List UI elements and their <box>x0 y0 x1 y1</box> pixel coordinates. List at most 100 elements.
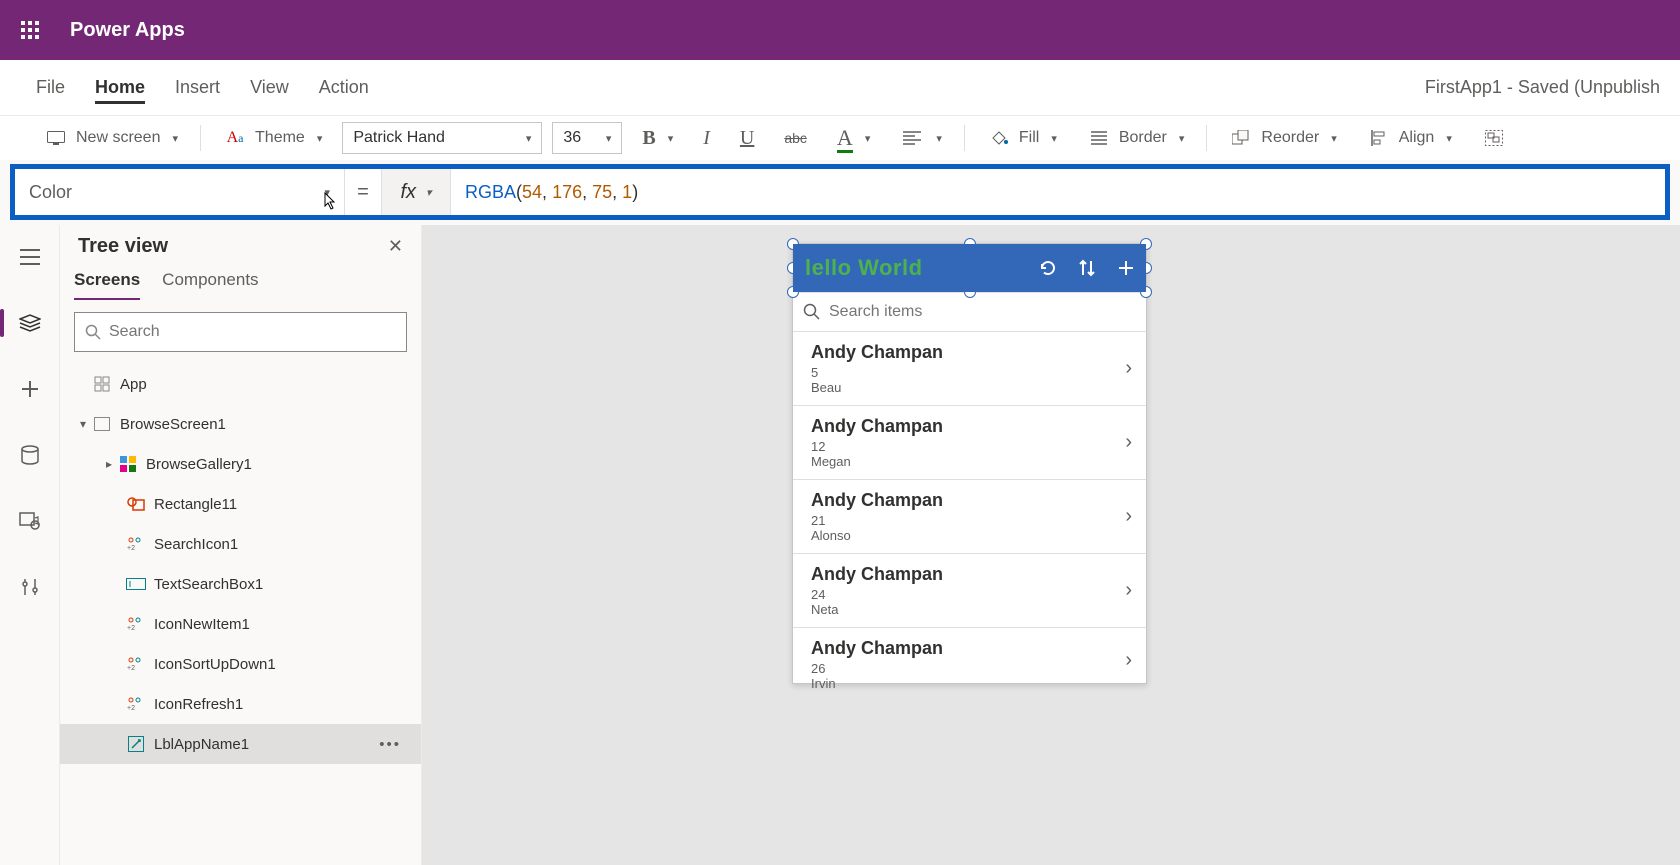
hamburger-icon[interactable] <box>12 239 48 275</box>
advanced-tools-icon[interactable] <box>12 569 48 605</box>
titlebar: Power Apps <box>0 0 1680 60</box>
sort-icon[interactable] <box>1078 258 1096 278</box>
app-header[interactable]: lello World <box>793 244 1146 292</box>
property-dropdown[interactable]: Color ▾ <box>15 169 345 215</box>
app-header-title: lello World <box>805 255 923 281</box>
search-items-input[interactable] <box>829 303 1136 321</box>
underline-button[interactable]: U <box>730 127 764 150</box>
chevron-down-icon: ▾ <box>172 132 178 145</box>
chevron-right-icon: › <box>1125 357 1132 380</box>
insert-icon[interactable] <box>12 371 48 407</box>
tree-view-icon[interactable] <box>12 305 48 341</box>
menu-action[interactable]: Action <box>319 71 369 104</box>
font-name-dropdown[interactable]: Patrick Hand ▾ <box>342 122 542 154</box>
node-browsescreen1[interactable]: ▾ BrowseScreen1 <box>60 404 421 444</box>
formula-function: RGBA <box>465 182 516 203</box>
tree-search-input[interactable] <box>109 323 396 341</box>
tree-search[interactable] <box>74 312 407 352</box>
node-rectangle11[interactable]: Rectangle11 <box>60 484 421 524</box>
group-button[interactable] <box>1472 130 1516 146</box>
new-screen-button[interactable]: New screen ▾ <box>34 129 188 147</box>
font-size-dropdown[interactable]: 36 ▾ <box>552 122 622 154</box>
node-iconnewitem1[interactable]: +2 IconNewItem1 <box>60 604 421 644</box>
list-item[interactable]: Andy Champan26Irvin › <box>793 628 1146 683</box>
chevron-down-icon: ▾ <box>1179 132 1185 145</box>
node-lblappname1[interactable]: LblAppName1 ••• <box>60 724 421 764</box>
search-items-box[interactable] <box>793 292 1146 332</box>
chevron-right-icon: › <box>1125 431 1132 454</box>
fx-button[interactable]: fx▾ <box>381 169 451 215</box>
search-icon <box>85 324 101 340</box>
chevron-down-icon: ▾ <box>324 186 330 199</box>
control-icon: +2 <box>126 694 146 714</box>
font-color-button[interactable]: A▾ <box>827 125 880 151</box>
node-iconsortupdown1[interactable]: +2 IconSortUpDown1 <box>60 644 421 684</box>
menu-insert[interactable]: Insert <box>175 71 220 104</box>
data-icon[interactable] <box>12 437 48 473</box>
chevron-down-icon: ▾ <box>865 132 871 145</box>
formula-input[interactable]: RGBA(54, 176, 75, 1) <box>451 169 1665 215</box>
chevron-down-icon: ▾ <box>1051 132 1057 145</box>
chevron-right-icon: › <box>1125 649 1132 672</box>
align-objects-icon <box>1367 130 1391 146</box>
menu-file[interactable]: File <box>36 71 65 104</box>
fill-button[interactable]: Fill ▾ <box>977 129 1067 147</box>
menu-home[interactable]: Home <box>95 71 145 104</box>
theme-button[interactable]: Aa Theme ▾ <box>213 129 332 147</box>
chevron-down-icon: ▾ <box>606 132 612 145</box>
list-item[interactable]: Andy Champan12Megan › <box>793 406 1146 480</box>
tab-components[interactable]: Components <box>162 270 258 300</box>
tree-panel: Tree view ✕ Screens Components App ▾ Bro… <box>60 225 422 865</box>
align-button[interactable]: Align ▾ <box>1357 129 1462 147</box>
equals-symbol: = <box>345 169 381 215</box>
menu-view[interactable]: View <box>250 71 289 104</box>
label-icon <box>126 734 146 754</box>
node-app[interactable]: App <box>60 364 421 404</box>
bold-button[interactable]: B▾ <box>632 127 683 150</box>
align-label: Align <box>1399 129 1435 147</box>
chevron-down-icon: ▾ <box>1446 132 1452 145</box>
list-item[interactable]: Andy Champan21Alonso › <box>793 480 1146 554</box>
reorder-icon <box>1229 130 1253 146</box>
refresh-icon[interactable] <box>1038 258 1058 278</box>
reorder-label: Reorder <box>1261 129 1319 147</box>
svg-text:+2: +2 <box>127 545 135 551</box>
screen-icon <box>44 131 68 145</box>
list-item[interactable]: Andy Champan5Beau › <box>793 332 1146 406</box>
node-searchicon1[interactable]: +2 SearchIcon1 <box>60 524 421 564</box>
app-launcher-icon[interactable] <box>14 14 46 46</box>
close-icon[interactable]: ✕ <box>388 236 403 257</box>
shape-icon <box>126 494 146 514</box>
tab-screens[interactable]: Screens <box>74 270 140 300</box>
theme-icon: Aa <box>223 129 247 147</box>
chevron-right-icon: › <box>1125 579 1132 602</box>
chevron-down-icon: ▾ <box>936 132 942 145</box>
node-iconrefresh1[interactable]: +2 IconRefresh1 <box>60 684 421 724</box>
reorder-button[interactable]: Reorder ▾ <box>1219 129 1346 147</box>
italic-button[interactable]: I <box>693 127 720 150</box>
list-item[interactable]: Andy Champan24Neta › <box>793 554 1146 628</box>
app-title: Power Apps <box>70 19 185 42</box>
add-icon[interactable] <box>1116 258 1136 278</box>
canvas[interactable]: lello World Andy Champan5Beau › Andy Cha… <box>422 225 1680 865</box>
media-icon[interactable] <box>12 503 48 539</box>
chevron-right-icon: › <box>1125 505 1132 528</box>
property-value: Color <box>29 182 72 203</box>
chevron-down-icon: ▾ <box>426 186 432 199</box>
control-icon: +2 <box>126 614 146 634</box>
fill-label: Fill <box>1019 129 1039 147</box>
border-label: Border <box>1119 129 1167 147</box>
group-icon <box>1482 130 1506 146</box>
node-textsearchbox1[interactable]: TextSearchBox1 <box>60 564 421 604</box>
screen-icon <box>92 414 112 434</box>
node-browsegallery1[interactable]: ▸ BrowseGallery1 <box>60 444 421 484</box>
document-status: FirstApp1 - Saved (Unpublish <box>1425 77 1660 98</box>
text-align-button[interactable]: ▾ <box>890 131 952 145</box>
svg-text:+2: +2 <box>127 625 135 631</box>
strikethrough-button[interactable]: abc <box>774 130 817 146</box>
search-icon <box>803 303 821 321</box>
border-icon <box>1087 131 1111 145</box>
border-button[interactable]: Border ▾ <box>1077 129 1195 147</box>
textbox-icon <box>126 574 146 594</box>
node-more-icon[interactable]: ••• <box>379 736 407 753</box>
